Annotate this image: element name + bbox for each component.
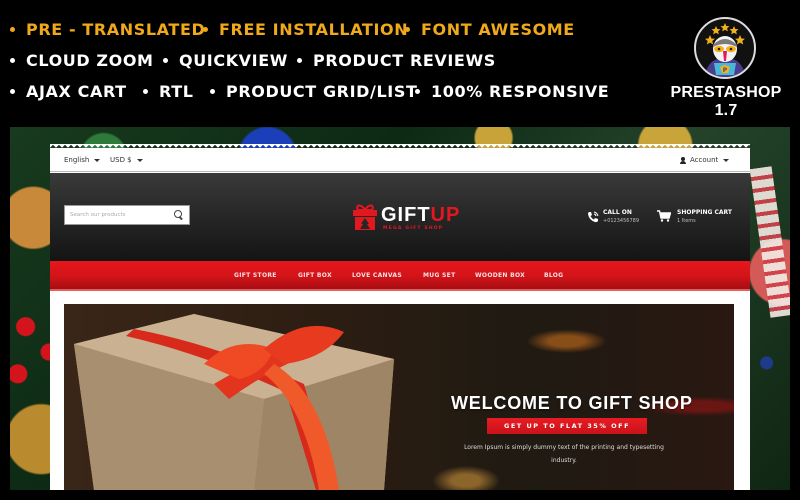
bullet-icon <box>405 27 410 32</box>
user-icon <box>680 156 686 164</box>
logo-tagline: MEGA GIFT SHOP <box>383 226 444 231</box>
search-box <box>64 205 190 225</box>
cart-title: SHOPPING CART <box>677 209 732 216</box>
nav-item-wooden-box[interactable]: WOODEN BOX <box>475 272 525 279</box>
nav-item-gift-store[interactable]: GIFT STORE <box>234 272 277 279</box>
bullet-icon <box>203 27 208 32</box>
call-number: +0123456789 <box>603 218 640 224</box>
currency-selector[interactable]: USD $ <box>110 156 143 164</box>
bullet-icon <box>10 58 15 63</box>
shopping-cart[interactable]: SHOPPING CART 1 Items <box>657 209 747 229</box>
search-icon[interactable] <box>174 210 183 219</box>
store-header: GIFTUP MEGA GIFT SHOP CALL ON +012345678… <box>50 173 750 261</box>
gift-icon <box>353 204 377 230</box>
call-info: CALL ON +0123456789 <box>587 209 647 229</box>
nav-item-mug-set[interactable]: MUG SET <box>423 272 455 279</box>
cart-icon <box>657 210 671 222</box>
main-nav: GIFT STORE GIFT BOX LOVE CANVAS MUG SET … <box>50 261 750 291</box>
nav-item-gift-box[interactable]: GIFT BOX <box>298 272 332 279</box>
chevron-down-icon <box>94 158 101 162</box>
bullet-icon <box>10 27 15 32</box>
nav-item-love-canvas[interactable]: LOVE CANVAS <box>352 272 402 279</box>
feature-item: PRE - TRANSLATED <box>10 18 205 42</box>
bullet-icon <box>297 58 302 63</box>
hero-slide: WELCOME TO GIFT SHOP GET UP TO FLAT 35% … <box>64 304 734 490</box>
bullet-icon <box>10 89 15 94</box>
phone-icon <box>588 211 599 223</box>
chevron-down-icon <box>136 158 143 162</box>
hero-title: WELCOME TO GIFT SHOP <box>451 393 693 413</box>
platform-version-label: PRESTASHOP 1.7 <box>670 84 782 119</box>
feature-item: 100% RESPONSIVE <box>415 80 609 104</box>
ribbon-decoration <box>749 166 790 318</box>
svg-text:P: P <box>723 67 728 74</box>
search-input[interactable] <box>65 206 169 224</box>
bullet-icon <box>143 89 148 94</box>
feature-item: AJAX CART <box>10 80 127 104</box>
language-selector[interactable]: English <box>64 156 101 164</box>
gift-box-image <box>74 314 394 490</box>
feature-item: PRODUCT GRID/LIST <box>210 80 417 104</box>
feature-item: RTL <box>143 80 194 104</box>
store-topbar: English USD $ Account <box>50 148 750 172</box>
promo-button[interactable]: GET UP TO FLAT 35% OFF <box>487 418 647 434</box>
feature-item: CLOUD ZOOM <box>10 49 154 73</box>
feature-item: PRODUCT REVIEWS <box>297 49 496 73</box>
nav-item-blog[interactable]: BLOG <box>544 272 563 279</box>
bullet-icon <box>163 58 168 63</box>
bullet-icon <box>415 89 420 94</box>
store-logo[interactable]: GIFTUP MEGA GIFT SHOP <box>350 201 460 235</box>
chevron-down-icon <box>723 158 730 162</box>
feature-item: QUICKVIEW <box>163 49 288 73</box>
account-menu[interactable]: Account <box>680 156 730 164</box>
cart-count: 1 Items <box>677 218 696 224</box>
hero-description: Lorem Ipsum is simply dummy text of the … <box>464 444 664 464</box>
feature-item: FREE INSTALLATION <box>203 18 408 42</box>
prestashop-puffin-icon: P <box>694 17 756 79</box>
logo-wordmark: GIFTUP <box>381 204 461 226</box>
call-title: CALL ON <box>603 209 632 216</box>
store-preview: English USD $ Account GIFTUP MEGA GIFT S… <box>50 148 750 490</box>
feature-item: FONT AWESOME <box>405 18 575 42</box>
bullet-icon <box>210 89 215 94</box>
